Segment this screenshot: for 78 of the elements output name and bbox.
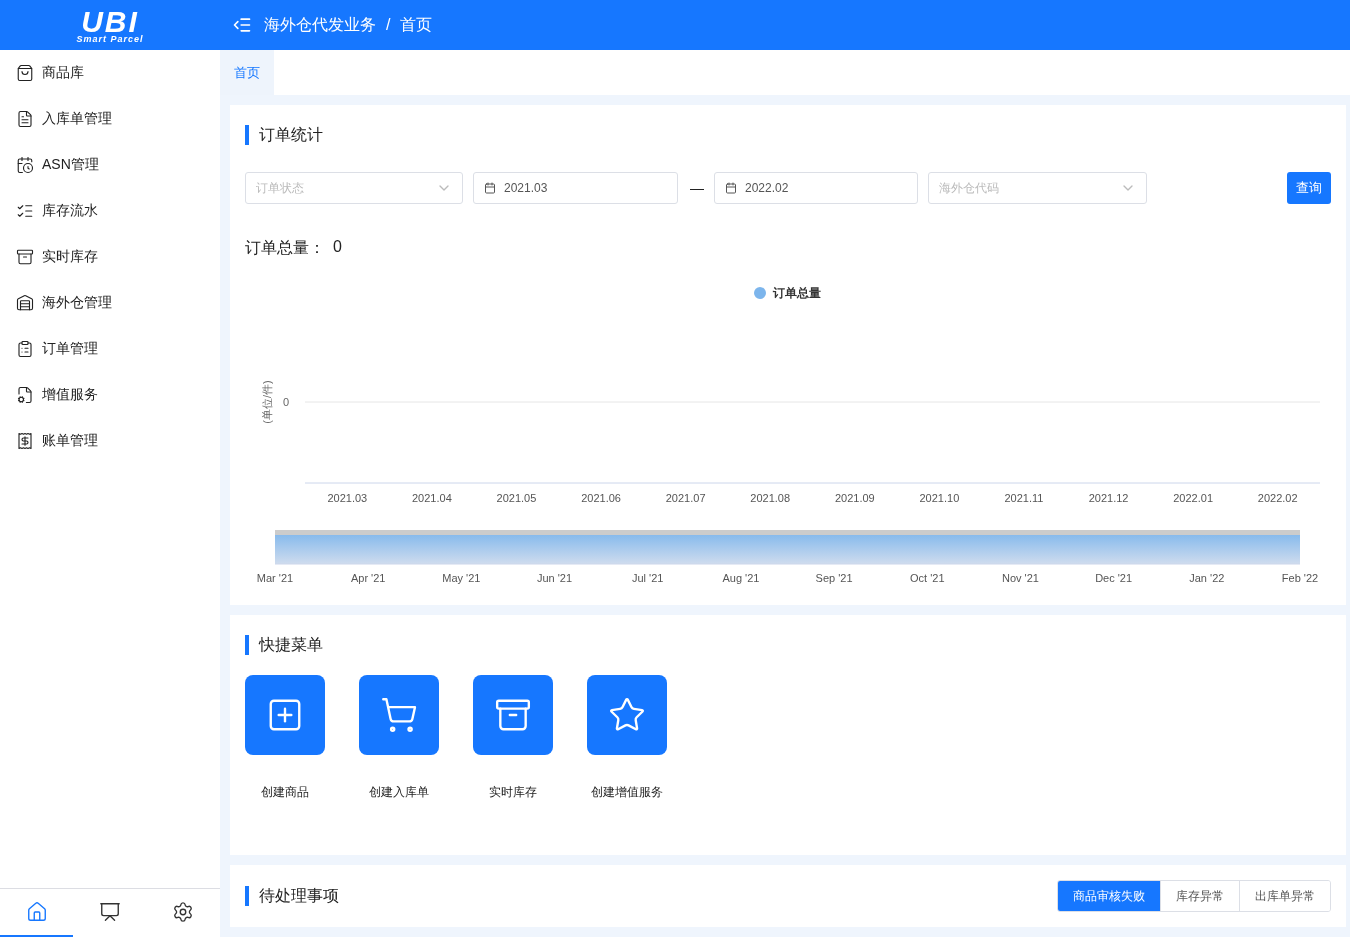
x-tick-label: 2021.10 [919,492,960,504]
quick-menu-button[interactable] [587,675,667,755]
x-tick-label: 2021.05 [496,492,537,504]
document-gear-icon [16,386,34,404]
navigator-label: Mar '21 [256,572,294,584]
quick-menu-button[interactable] [359,675,439,755]
quick-menu-button[interactable] [245,675,325,755]
calendar-icon [725,182,737,194]
star-icon [608,696,646,734]
navigator-label: Sep '21 [815,572,853,584]
section-title: 待处理事项 [245,886,339,906]
range-separator: — [690,180,704,196]
quick-menu-label[interactable]: 创建商品 [261,784,309,801]
quick-menu-label[interactable]: 实时库存 [489,784,537,801]
sidebar-item[interactable]: 订单管理 [0,326,220,372]
calendar-icon [484,182,496,194]
section-title: 订单统计 [245,125,1331,145]
sidebar-item[interactable]: 增值服务 [0,372,220,418]
sidebar-item[interactable]: 库存流水 [0,188,220,234]
receipt-icon [16,432,34,450]
x-tick-label: 2021.03 [327,492,368,504]
quick-menu-label[interactable]: 创建入库单 [369,784,429,801]
x-tick-label: 2021.06 [581,492,621,504]
box-icon [16,248,34,266]
calendar-icon [16,156,34,174]
bag-icon [16,64,34,82]
navigator-label: Jan '22 [1189,572,1225,584]
date-field[interactable]: 2022.02 [714,172,918,204]
cart-icon [380,696,418,734]
navigator-label: Dec '21 [1095,572,1133,584]
logo: UBI Smart Parcel [75,6,145,44]
quick-menu-button[interactable] [473,675,553,755]
total-label: 订单总量： [245,238,325,258]
navigator-label: Nov '21 [1002,572,1039,584]
x-tick-label: 2021.07 [665,492,706,504]
legend-dot [754,287,766,299]
list-icon [16,202,34,220]
navigator-label: May '21 [442,572,481,584]
page-tab[interactable]: 首页 [220,50,274,95]
pending-tab[interactable]: 出库单异常 [1239,881,1330,911]
clipboard-icon [16,340,34,358]
navigator-label: Oct '21 [910,572,945,584]
presentation-icon [99,901,121,923]
pending-tab[interactable]: 商品审核失败 [1058,881,1160,911]
breadcrumb-item[interactable]: 首页 [400,14,433,36]
menu-icon[interactable] [232,15,252,35]
section-title: 快捷菜单 [245,635,1331,655]
total-value: 0 [333,238,342,257]
sidebar-item[interactable]: 实时库存 [0,234,220,280]
x-tick-label: 2021.08 [750,492,791,504]
x-tick-label: 2021.12 [1088,492,1129,504]
navigator-label: Jun '21 [537,572,573,584]
date-field[interactable]: 2021.03 [473,172,678,204]
x-tick-label: 2021.04 [412,492,452,504]
quick-menu-label[interactable]: 创建增值服务 [591,784,663,801]
sidebar-item[interactable]: 账单管理 [0,418,220,464]
warehouse-icon [16,294,34,312]
sidebar-item[interactable]: 商品库 [0,50,220,96]
sidebar-item[interactable]: 入库单管理 [0,96,220,142]
x-tick-label: 2021.09 [834,492,875,504]
navigator-label: Jul '21 [632,572,664,584]
sidebar-item[interactable]: 海外仓管理 [0,280,220,326]
query-button[interactable]: 查询 [1287,172,1331,204]
x-tick-label: 2021.11 [1004,492,1044,504]
breadcrumb-item[interactable]: 海外仓代发业务 [264,14,376,36]
x-tick-label: 2022.02 [1257,492,1298,504]
home-icon [25,901,48,923]
legend-label: 订单总量 [773,286,821,300]
document-icon [16,110,34,128]
navigator-label: Feb '22 [1281,572,1319,584]
navigator-label: Aug '21 [722,572,760,584]
settings-icon [172,901,195,923]
x-tick-label: 2022.01 [1173,492,1213,504]
y-axis-title: (单位/件) [261,380,273,424]
y-tick-label: 0 [282,396,289,408]
navigator-label: Apr '21 [350,572,386,584]
sidebar-item[interactable]: ASN管理 [0,142,220,188]
breadcrumb-separator: / [386,16,391,34]
